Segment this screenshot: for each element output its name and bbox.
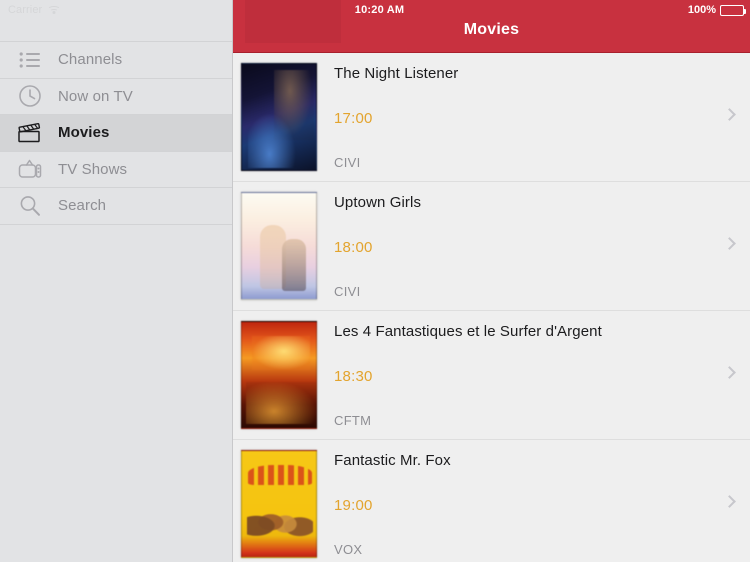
movie-channel: CIVI: [334, 155, 361, 170]
sidebar-menu: Channels Now on TV Movies TV Shows Searc…: [0, 41, 232, 225]
television-icon: [12, 157, 48, 181]
movie-channel: CIVI: [334, 284, 361, 299]
carrier-label: Carrier: [8, 4, 43, 16]
status-bar: 10:20 AM 100%: [233, 0, 750, 20]
sidebar-empty-area: [0, 224, 232, 562]
movies-list[interactable]: The Night Listener 17:00 CIVI Uptown Gir…: [233, 53, 750, 562]
sidebar-item-label: Search: [58, 197, 107, 215]
movie-title: Fantastic Mr. Fox: [334, 452, 451, 469]
movie-channel: VOX: [334, 542, 363, 557]
sidebar-item-label: TV Shows: [58, 160, 128, 178]
table-row[interactable]: Les 4 Fantastiques et le Surfer d'Argent…: [233, 311, 750, 440]
clock-icon: [12, 84, 48, 108]
sidebar-item-search[interactable]: Search: [0, 188, 232, 225]
battery-percent-label: 100%: [687, 4, 716, 16]
search-icon: [12, 194, 48, 218]
page-title: Movies: [463, 21, 520, 38]
list-icon: [12, 51, 48, 69]
row-content: Uptown Girls 18:00 CIVI: [317, 192, 750, 300]
row-content: Fantastic Mr. Fox 19:00 VOX: [317, 450, 750, 558]
sidebar-item-tv-shows[interactable]: TV Shows: [0, 152, 232, 188]
sidebar: Carrier Channels Now on TV Movies TV Sho…: [0, 0, 233, 562]
navigation-bar: 10:20 AM 100% Movies: [233, 0, 750, 53]
clapperboard-icon: [12, 122, 48, 144]
status-time: 10:20 AM: [354, 4, 405, 16]
movie-poster: [241, 321, 317, 429]
movie-time: 18:00: [334, 239, 373, 256]
movie-time: 19:00: [334, 497, 373, 514]
sidebar-item-label: Channels: [58, 51, 123, 69]
battery-full-icon: [720, 4, 746, 16]
sidebar-item-now-on-tv[interactable]: Now on TV: [0, 79, 232, 115]
movie-title: Les 4 Fantastiques et le Surfer d'Argent: [334, 323, 602, 340]
main-panel: 10:20 AM 100% Movies The Night Listener …: [233, 0, 750, 562]
sidebar-item-channels[interactable]: Channels: [0, 42, 232, 79]
sidebar-item-movies[interactable]: Movies: [0, 115, 232, 152]
table-row[interactable]: Uptown Girls 18:00 CIVI: [233, 182, 750, 311]
movie-time: 17:00: [334, 110, 373, 127]
table-row[interactable]: The Night Listener 17:00 CIVI: [233, 53, 750, 182]
movie-channel: CFTM: [334, 413, 372, 428]
sidebar-top-spacer: [0, 20, 232, 41]
movie-time: 18:30: [334, 368, 373, 385]
row-content: The Night Listener 17:00 CIVI: [317, 63, 750, 171]
movie-title: Uptown Girls: [334, 194, 422, 211]
app-root: Carrier Channels Now on TV Movies TV Sho…: [0, 0, 750, 562]
movie-poster: [241, 450, 317, 558]
movie-poster: [241, 192, 317, 300]
sidebar-item-label: Now on TV: [58, 87, 133, 105]
battery-indicator: 100%: [687, 0, 746, 20]
sidebar-item-label: Movies: [58, 124, 110, 142]
movie-title: The Night Listener: [334, 65, 459, 82]
row-content: Les 4 Fantastiques et le Surfer d'Argent…: [317, 321, 750, 429]
movie-poster: [241, 63, 317, 171]
table-row[interactable]: Fantastic Mr. Fox 19:00 VOX: [233, 440, 750, 562]
wifi-icon: [47, 5, 61, 15]
